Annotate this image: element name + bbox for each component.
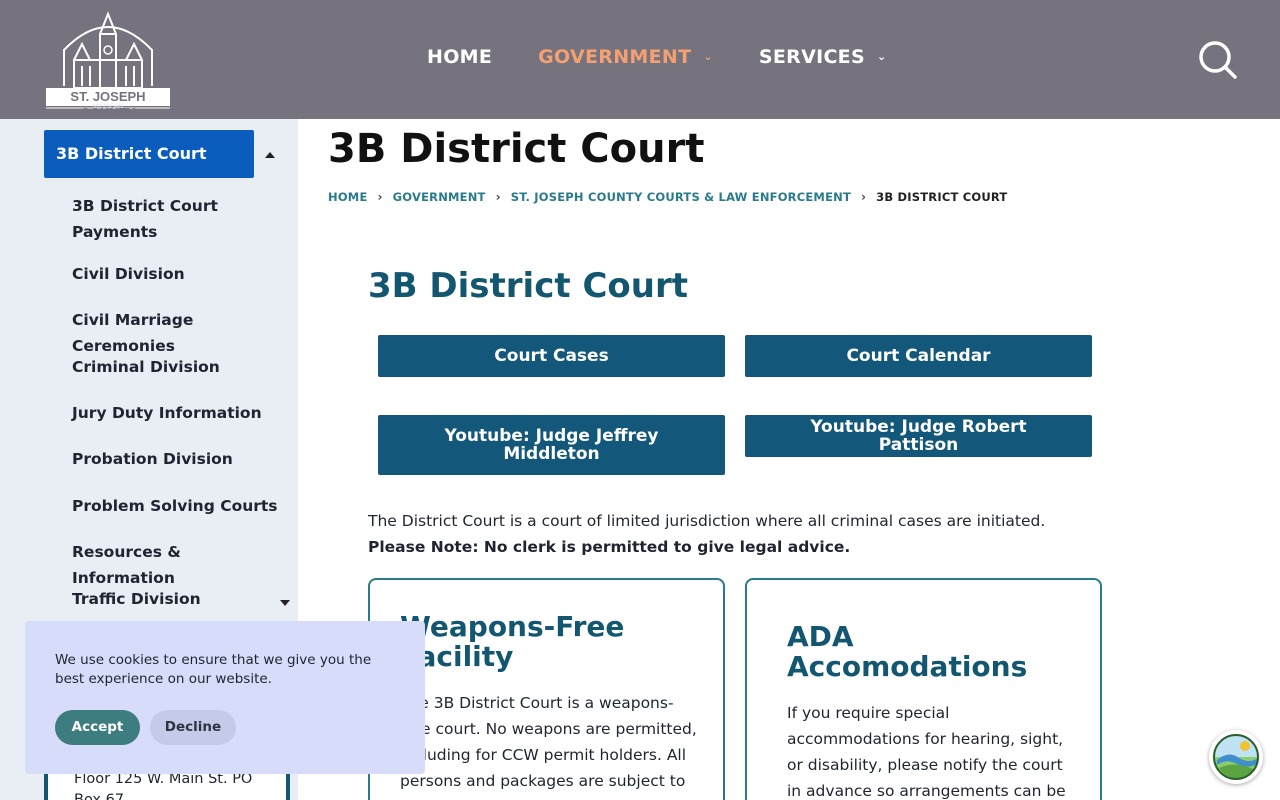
breadcrumb-government[interactable]: GOVERNMENT	[393, 190, 486, 204]
landscape-icon	[1213, 734, 1259, 780]
youtube-pattison-label: Youtube: Judge Robert Pattison	[810, 417, 1027, 455]
sidebar-item-probation[interactable]: Probation Division	[72, 446, 286, 493]
caret-up-icon[interactable]	[262, 147, 278, 163]
weapons-free-body: The 3B District Court is a weapons-free …	[400, 694, 697, 790]
page-title: 3B District Court	[328, 126, 705, 172]
content-title: 3B District Court	[368, 266, 688, 306]
sidebar-item-problem-solving[interactable]: Problem Solving Courts	[72, 493, 286, 539]
county-logo[interactable]: ST. JOSEPH COUNTY MICHIGAN	[44, 10, 172, 120]
weapons-free-title: Weapons-Free Facility	[400, 610, 625, 673]
chevron-right-icon: ›	[377, 190, 383, 204]
chevron-down-icon: ⌄	[703, 49, 713, 63]
intro-text: The District Court is a court of limited…	[368, 508, 1108, 560]
search-icon[interactable]	[1198, 40, 1238, 80]
sidebar-heading[interactable]: 3B District Court	[44, 130, 254, 178]
nav-home[interactable]: HOME	[427, 46, 492, 68]
youtube-middleton-label: Youtube: Judge Jeffrey Middleton	[444, 426, 659, 464]
sidebar-item-label: Resources & Information	[72, 543, 181, 587]
legal-advice-note: Please Note: No clerk is permitted to gi…	[368, 538, 851, 556]
contact-address: Floor 125 W. Main St. PO Box 67	[74, 771, 253, 800]
youtube-middleton-button[interactable]: Youtube: Judge Jeffrey Middleton	[378, 415, 725, 475]
cookie-banner: We use cookies to ensure that we give yo…	[25, 621, 425, 774]
site-header: ST. JOSEPH COUNTY MICHIGAN HOME GOVERNME…	[0, 0, 1280, 120]
sidebar-item-label: Criminal Division	[72, 358, 220, 376]
sidebar-item-label: Jury Duty Information	[72, 404, 262, 422]
breadcrumb: HOME › GOVERNMENT › ST. JOSEPH COUNTY CO…	[328, 190, 1007, 204]
sidebar-list: 3B District Court Payments Civil Divisio…	[72, 191, 290, 632]
sidebar-item-label: Civil Division	[72, 265, 185, 283]
sidebar-item-label: Problem Solving Courts	[72, 497, 278, 515]
court-cases-label: Court Cases	[494, 346, 609, 366]
breadcrumb-home[interactable]: HOME	[328, 190, 368, 204]
youtube-pattison-button[interactable]: Youtube: Judge Robert Pattison	[745, 415, 1092, 457]
sidebar-heading-label: 3B District Court	[56, 144, 207, 163]
court-calendar-label: Court Calendar	[846, 346, 991, 366]
sidebar-item-label: Probation Division	[72, 450, 233, 468]
sidebar-item-civil-marriage[interactable]: Civil Marriage Ceremonies	[72, 307, 286, 355]
nav-government[interactable]: GOVERNMENT ⌄	[538, 46, 713, 68]
caret-down-icon[interactable]	[278, 592, 292, 606]
nav-home-label: HOME	[427, 46, 493, 68]
chevron-right-icon: ›	[495, 190, 501, 204]
nav-services[interactable]: SERVICES ⌄	[759, 46, 887, 68]
ada-body: If you require special accommodations fo…	[787, 704, 1066, 800]
sidebar-item-resources[interactable]: Resources & Information	[72, 539, 286, 587]
sidebar-item-jury-duty[interactable]: Jury Duty Information	[72, 400, 286, 446]
accessibility-widget[interactable]	[1209, 730, 1263, 784]
logo-subtext: MICHIGAN	[93, 104, 123, 110]
sidebar-item-label: 3B District Court Payments	[72, 197, 218, 241]
accept-cookies-button[interactable]: Accept	[55, 710, 140, 745]
decline-cookies-button[interactable]: Decline	[150, 710, 236, 745]
ada-card: ADA Accomodations If you require special…	[745, 578, 1102, 800]
sidebar-item-payments[interactable]: 3B District Court Payments	[72, 191, 286, 261]
sidebar-item-label: Civil Marriage Ceremonies	[72, 311, 194, 355]
ada-title: ADA Accomodations	[787, 620, 1028, 683]
chevron-down-icon: ⌄	[876, 49, 887, 63]
chevron-right-icon: ›	[861, 190, 867, 204]
main-nav: HOME GOVERNMENT ⌄ SERVICES ⌄	[427, 46, 932, 68]
court-calendar-button[interactable]: Court Calendar	[745, 335, 1092, 377]
intro-paragraph: The District Court is a court of limited…	[368, 512, 1046, 530]
cookie-message: We use cookies to ensure that we give yo…	[55, 652, 372, 687]
sidebar-item-criminal-division[interactable]: Criminal Division	[72, 354, 286, 400]
sidebar-item-civil-division[interactable]: Civil Division	[72, 261, 286, 307]
nav-government-label: GOVERNMENT	[538, 46, 692, 68]
nav-services-label: SERVICES	[758, 46, 865, 68]
court-cases-button[interactable]: Court Cases	[378, 335, 725, 377]
breadcrumb-courts[interactable]: ST. JOSEPH COUNTY COURTS & LAW ENFORCEME…	[511, 190, 851, 204]
breadcrumb-current: 3B DISTRICT COURT	[876, 190, 1008, 204]
